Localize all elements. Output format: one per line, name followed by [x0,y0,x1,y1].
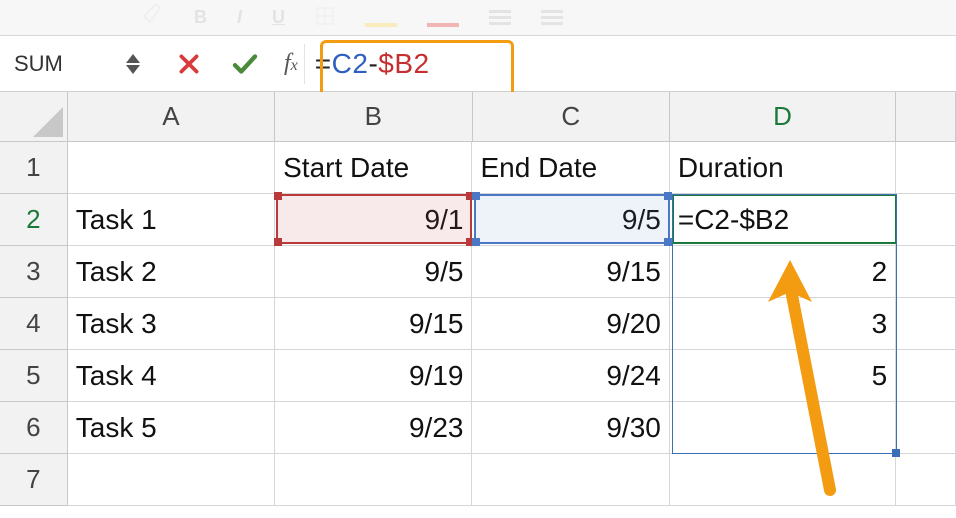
cell-c7[interactable] [472,454,669,506]
cell-b7[interactable] [275,454,472,506]
italic-icon: I [237,7,242,28]
col-header-e[interactable] [896,92,956,142]
cell-c1[interactable]: End Date [472,142,669,194]
col-header-c[interactable]: C [473,92,670,142]
row-1: 1 Start Date End Date Duration [0,142,956,194]
row-4: 4 Task 3 9/15 9/20 3 [0,298,956,350]
row-header-1[interactable]: 1 [0,142,68,194]
bold-icon: B [194,7,207,28]
cancel-formula-button[interactable] [176,51,202,77]
cell-e1[interactable] [896,142,956,194]
name-box[interactable] [6,44,126,84]
name-box-stepper[interactable] [126,54,140,74]
row-header-7[interactable]: 7 [0,454,68,506]
cell-d7[interactable] [670,454,896,506]
cell-a5[interactable]: Task 4 [68,350,275,402]
cell-c2[interactable]: 9/5 [472,194,669,246]
cell-d1[interactable]: Duration [670,142,896,194]
cell-a6[interactable]: Task 5 [68,402,275,454]
border-icon [315,2,335,33]
select-all-button[interactable] [0,92,68,142]
accept-formula-button[interactable] [230,49,260,79]
cell-b6[interactable]: 9/23 [275,402,472,454]
row-2: 2 Task 1 9/1 9/5 =C2-$B2 [0,194,956,246]
column-header-row: A B C D [0,92,956,142]
cell-d4[interactable]: 3 [670,298,896,350]
row-header-2[interactable]: 2 [0,194,68,246]
col-header-b[interactable]: B [275,92,472,142]
cell-b2[interactable]: 9/1 [275,194,472,246]
row-5: 5 Task 4 9/19 9/24 5 [0,350,956,402]
cell-d6[interactable] [670,402,896,454]
cell-b4[interactable]: 9/15 [275,298,472,350]
cell-c3[interactable]: 9/15 [472,246,669,298]
row-header-4[interactable]: 4 [0,298,68,350]
ribbon-toolbar: B I U [0,0,956,36]
format-painter-icon [140,2,164,33]
row-header-3[interactable]: 3 [0,246,68,298]
col-header-a[interactable]: A [68,92,275,142]
formula-op: - [368,48,378,79]
cell-e7[interactable] [896,454,956,506]
cell-d3[interactable]: 2 [670,246,896,298]
col-header-d[interactable]: D [670,92,896,142]
cell-b5[interactable]: 9/19 [275,350,472,402]
align-icon [489,10,511,25]
cell-d5[interactable]: 5 [670,350,896,402]
formula-input[interactable]: =C2-$B2 [304,44,440,84]
cell-e6[interactable] [896,402,956,454]
cell-d2[interactable]: =C2-$B2 [670,194,896,246]
formula-ref-b2: $B2 [378,48,429,79]
formula-ref-c2: C2 [332,48,369,79]
cell-b1[interactable]: Start Date [275,142,472,194]
formula-eq: = [315,48,332,79]
row-header-6[interactable]: 6 [0,402,68,454]
worksheet-grid[interactable]: A B C D 1 Start Date End Date Duration 2… [0,92,956,506]
cell-a1[interactable] [68,142,275,194]
formula-bar: fx =C2-$B2 [0,36,956,92]
row-3: 3 Task 2 9/5 9/15 2 [0,246,956,298]
row-7: 7 [0,454,956,506]
underline-icon: U [272,7,285,28]
cell-a4[interactable]: Task 3 [68,298,275,350]
cell-c4[interactable]: 9/20 [472,298,669,350]
cell-e3[interactable] [896,246,956,298]
row-header-5[interactable]: 5 [0,350,68,402]
cell-a7[interactable] [68,454,275,506]
chevron-up-icon[interactable] [126,54,140,63]
cell-a3[interactable]: Task 2 [68,246,275,298]
chevron-down-icon[interactable] [126,65,140,74]
cell-e2[interactable] [896,194,956,246]
cell-e4[interactable] [896,298,956,350]
cell-c6[interactable]: 9/30 [472,402,669,454]
align-icon-2 [541,10,563,25]
cell-b3[interactable]: 9/5 [275,246,472,298]
cell-a2[interactable]: Task 1 [68,194,275,246]
fx-icon[interactable]: fx [284,50,298,77]
cell-c5[interactable]: 9/24 [472,350,669,402]
font-color-icon [427,9,459,27]
fill-color-icon [365,9,397,27]
row-6: 6 Task 5 9/23 9/30 [0,402,956,454]
cell-e5[interactable] [896,350,956,402]
